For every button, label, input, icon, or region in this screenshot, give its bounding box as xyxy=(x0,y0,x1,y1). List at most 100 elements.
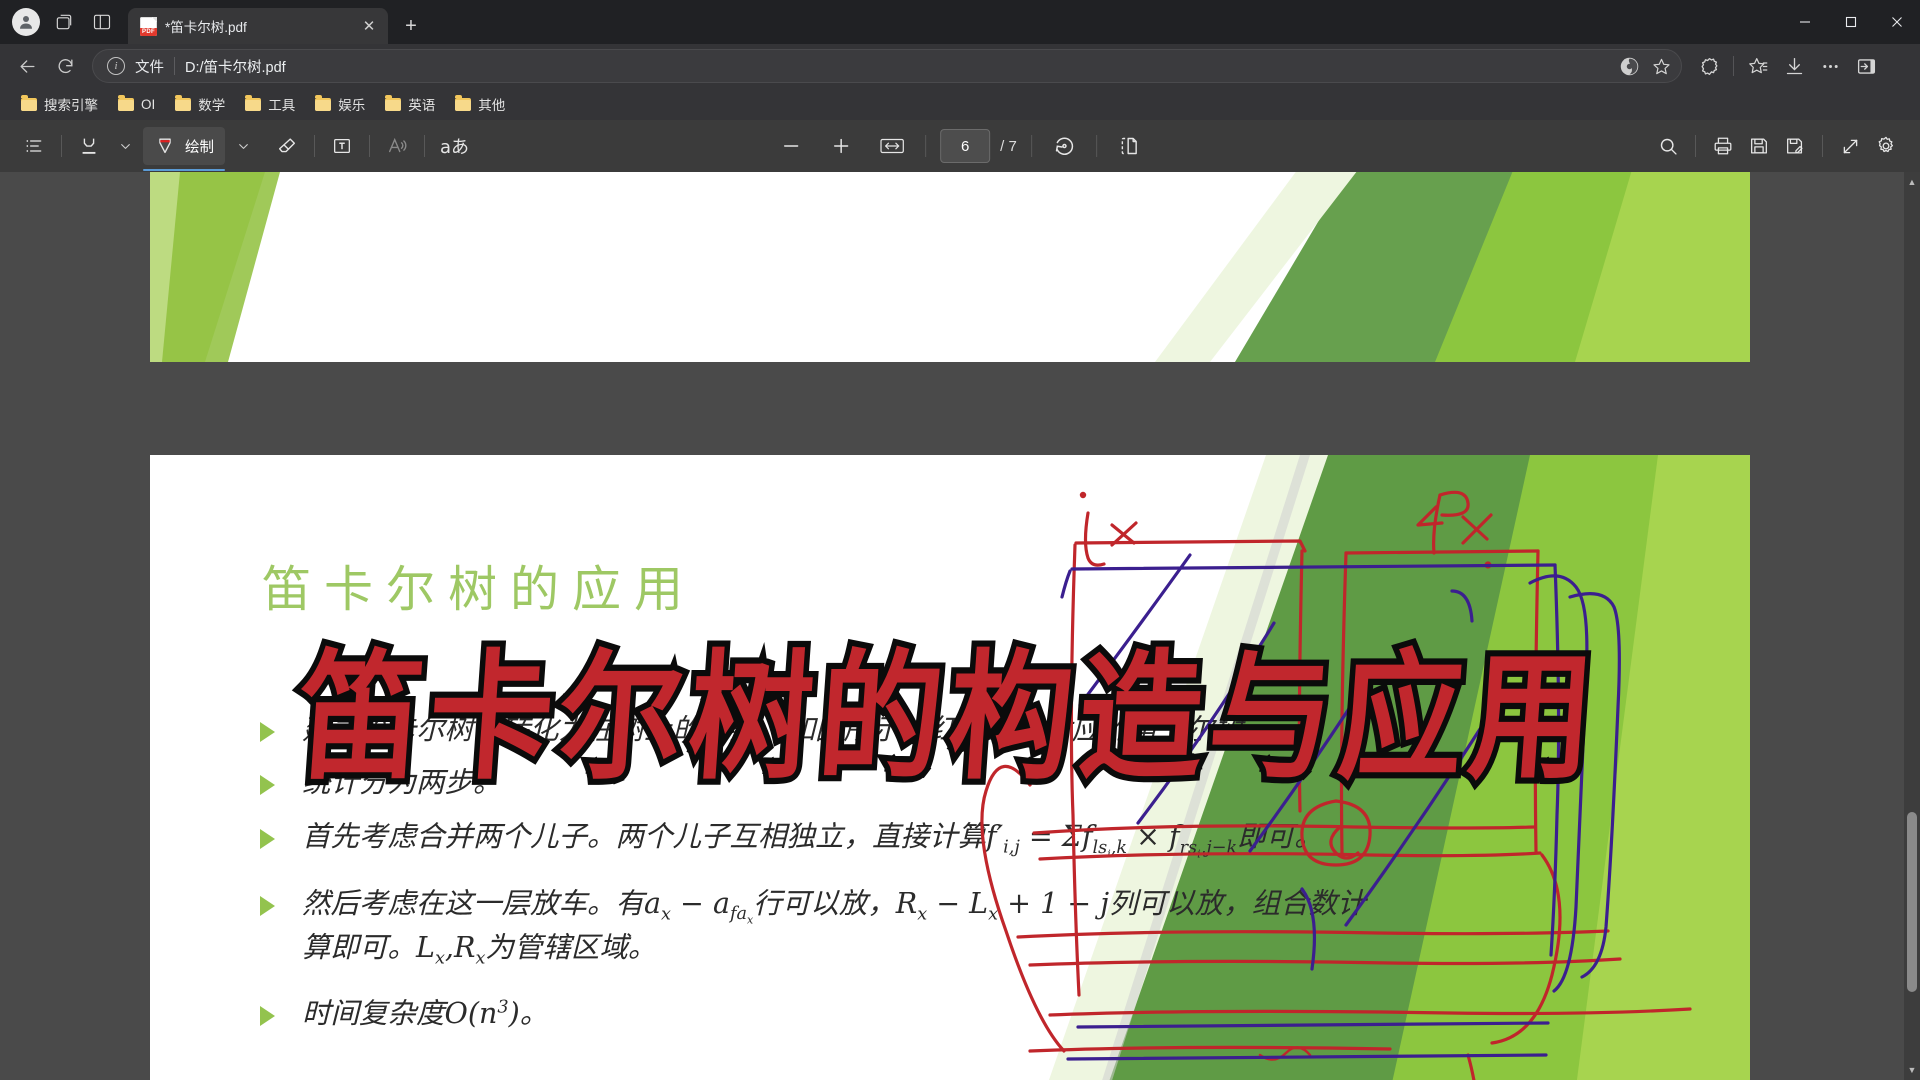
bookmark-item[interactable]: 工具 xyxy=(236,90,304,118)
page-layout-icon xyxy=(1121,137,1137,155)
read-aloud-button[interactable] xyxy=(379,128,415,164)
address-scheme-label: 文件 xyxy=(135,59,164,76)
toolbar-separator xyxy=(1733,56,1734,76)
bookmark-label: 其他 xyxy=(478,98,506,113)
pdf-file-icon: PDF xyxy=(140,16,157,36)
back-button[interactable] xyxy=(10,49,44,83)
profile-avatar[interactable] xyxy=(12,8,40,36)
bookmark-item[interactable]: 其他 xyxy=(446,90,514,118)
address-bar-icons xyxy=(1615,52,1675,80)
add-text-button[interactable] xyxy=(324,128,360,164)
tab-strip-left-icons xyxy=(6,0,124,44)
text-style-button[interactable]: aあ xyxy=(434,128,475,164)
reload-button[interactable] xyxy=(48,49,82,83)
browser-essentials-icon[interactable] xyxy=(1849,49,1883,83)
highlight-dropdown-button[interactable] xyxy=(107,128,143,164)
pdf-toolbar: 绘制 aあ 6 / 7 xyxy=(0,120,1920,172)
pdf-toolbar-separator xyxy=(314,135,315,157)
zoom-out-button[interactable] xyxy=(773,128,809,164)
settings-button[interactable] xyxy=(1868,128,1904,164)
save-edit-icon xyxy=(1787,138,1803,154)
bookmark-label: OI xyxy=(141,96,156,112)
fit-to-width-button[interactable] xyxy=(873,128,911,164)
highlight-button[interactable] xyxy=(71,128,107,164)
scroll-down-arrow[interactable]: ▼ xyxy=(1904,1062,1920,1078)
draw-dropdown-button[interactable] xyxy=(225,128,261,164)
minimize-button[interactable] xyxy=(1782,0,1828,44)
zoom-in-button[interactable] xyxy=(823,128,859,164)
bookmark-item[interactable]: 娱乐 xyxy=(306,90,374,118)
chevron-down-icon xyxy=(120,143,130,149)
close-window-button[interactable] xyxy=(1874,0,1920,44)
extensions-icon[interactable] xyxy=(1692,49,1726,83)
person-icon xyxy=(20,16,32,29)
address-bar[interactable]: i 文件 D:/笛卡尔树.pdf xyxy=(92,49,1682,83)
add-favorite-icon[interactable] xyxy=(1647,52,1675,80)
slide-decoration-prev xyxy=(150,172,1750,362)
fit-width-icon xyxy=(880,138,904,154)
downloads-icon[interactable] xyxy=(1777,49,1811,83)
address-url-text[interactable]: D:/笛卡尔树.pdf xyxy=(185,56,1605,77)
page-view-button[interactable] xyxy=(1111,128,1147,164)
pdf-toolbar-separator xyxy=(61,135,62,157)
erase-button[interactable] xyxy=(269,128,305,164)
bookmark-label: 搜索引擎 xyxy=(44,98,98,113)
pdf-viewer[interactable]: 笛卡尔树的应用 建立笛卡尔树，转化为在树上的问题。如图所示，红色即为对应的笛卡尔… xyxy=(0,172,1920,1080)
pdf-toolbar-separator xyxy=(1695,135,1696,157)
eraser-icon xyxy=(278,138,296,153)
browser-window: PDF *笛卡尔树.pdf ✕ + i 文件 D:/笛卡尔树.pdf 搜索引擎 … xyxy=(0,0,1920,1080)
save-icon xyxy=(1751,138,1767,154)
pdf-toolbar-right xyxy=(1650,128,1904,164)
page-number-input[interactable]: 6 xyxy=(940,129,991,163)
search-button[interactable] xyxy=(1650,128,1686,164)
split-screen-icon[interactable] xyxy=(88,8,116,36)
search-icon xyxy=(1660,138,1677,155)
scrollbar-thumb[interactable] xyxy=(1907,812,1917,992)
tab-close-button[interactable]: ✕ xyxy=(358,15,380,37)
maximize-button[interactable] xyxy=(1828,0,1874,44)
red-overlay-text: 笛卡尔树的构造与应用 xyxy=(288,631,1611,805)
print-button[interactable] xyxy=(1705,128,1741,164)
pdf-toolbar-separator xyxy=(1822,135,1823,157)
bookmarks-bar: 搜索引擎 OI 数学 工具 娱乐 英语 其他 xyxy=(0,88,1920,120)
new-tab-button[interactable]: + xyxy=(396,11,426,41)
navigation-bar: i 文件 D:/笛卡尔树.pdf xyxy=(0,44,1920,88)
bookmark-label: 娱乐 xyxy=(338,98,366,113)
site-info-icon[interactable]: i xyxy=(107,57,125,75)
fullscreen-button[interactable] xyxy=(1832,128,1868,164)
bookmark-label: 数学 xyxy=(198,98,226,113)
tab-title: *笛卡尔树.pdf xyxy=(165,20,247,35)
collections-icon[interactable] xyxy=(1741,49,1775,83)
address-divider xyxy=(174,57,175,75)
pdf-page-previous xyxy=(150,172,1750,362)
expand-icon xyxy=(1843,139,1857,153)
copilot-icon[interactable] xyxy=(1615,52,1643,80)
bookmark-item[interactable]: 数学 xyxy=(166,90,234,118)
save-button[interactable] xyxy=(1741,128,1777,164)
bookmark-item[interactable]: 搜索引擎 xyxy=(12,90,107,118)
more-options-icon[interactable] xyxy=(1813,49,1847,83)
pdf-toolbar-separator xyxy=(925,135,927,157)
pdf-badge-label: PDF xyxy=(140,27,157,36)
folder-icon xyxy=(455,94,472,111)
bookmark-item[interactable]: OI xyxy=(109,93,164,116)
tab-actions-icon[interactable] xyxy=(50,8,78,36)
browser-toolbar-right xyxy=(1692,49,1883,83)
save-as-button[interactable] xyxy=(1777,128,1813,164)
text-box-icon xyxy=(334,138,350,154)
page-total-label: / 7 xyxy=(1000,137,1017,155)
pdf-toolbar-center: 6 / 7 xyxy=(773,128,1147,164)
draw-tool-label: 绘制 xyxy=(185,139,214,156)
browser-tab[interactable]: PDF *笛卡尔树.pdf ✕ xyxy=(128,8,388,44)
viewer-scrollbar[interactable]: ▲ ▼ xyxy=(1904,172,1920,1080)
scroll-up-arrow[interactable]: ▲ xyxy=(1904,174,1920,190)
bookmark-label: 英语 xyxy=(408,98,436,113)
rotate-icon xyxy=(1055,137,1073,155)
pen-icon xyxy=(159,138,171,154)
rotate-button[interactable] xyxy=(1046,128,1082,164)
chevron-down-icon xyxy=(238,143,248,149)
table-of-contents-button[interactable] xyxy=(16,128,52,164)
bookmark-item[interactable]: 英语 xyxy=(376,90,444,118)
folder-icon xyxy=(175,94,192,111)
draw-tool-button[interactable]: 绘制 xyxy=(143,127,225,171)
